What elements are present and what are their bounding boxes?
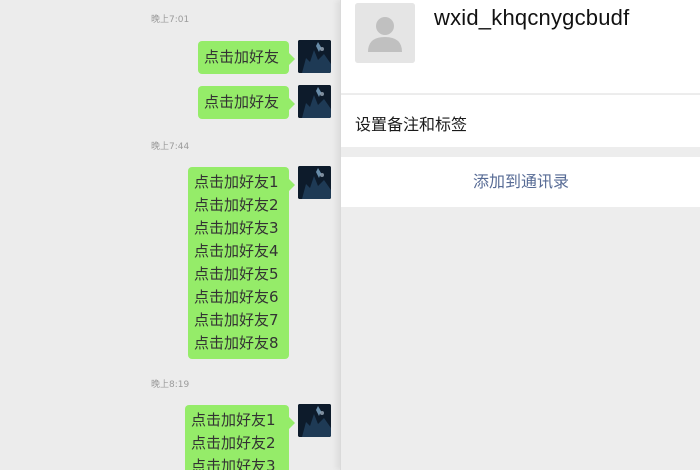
message-line: 点击加好友2 <box>194 196 279 214</box>
message-bubble[interactable]: 点击加好友1 点击加好友2 点击加好友3 <box>185 405 295 470</box>
message-bubble[interactable]: 点击加好友1 点击加好友2 点击加好友3 点击加好友4 点击加好友5 点击加好友… <box>188 167 295 359</box>
message-bubble[interactable]: 点击加好友 <box>198 41 295 74</box>
night-photo-avatar-icon <box>298 404 331 437</box>
profile-header: wxid_khqcnygcbudf <box>341 0 700 93</box>
message-line: 点击加好友7 <box>194 311 279 329</box>
message-line: 点击加好友8 <box>194 334 279 352</box>
add-to-contacts-button[interactable]: 添加到通讯录 <box>341 157 700 207</box>
message-timestamp: 晚上7:44 <box>151 142 190 152</box>
night-photo-avatar-icon <box>298 166 331 199</box>
sender-avatar[interactable] <box>298 166 331 199</box>
default-user-icon <box>355 3 415 63</box>
message-line: 点击加好友3 <box>191 457 276 470</box>
message-line: 点击加好友2 <box>191 434 276 452</box>
contact-info-panel: wxid_khqcnygcbudf 设置备注和标签 添加到通讯录 <box>340 0 700 470</box>
message-bubble[interactable]: 点击加好友 <box>198 86 295 119</box>
sender-avatar[interactable] <box>298 40 331 73</box>
message-line: 点击加好友3 <box>194 219 279 237</box>
set-remark-tags-label: 设置备注和标签 <box>355 115 468 134</box>
message-line: 点击加好友6 <box>194 288 279 306</box>
chat-history-panel: 晚上7:01 点击加好友 点击加好友 晚上7:44 点击加好友1 点击加好友2 … <box>0 0 340 470</box>
message-timestamp: 晚上7:01 <box>151 15 190 25</box>
night-photo-avatar-icon <box>298 40 331 73</box>
set-remark-tags-row[interactable]: 设置备注和标签 <box>341 94 700 147</box>
message-timestamp: 晚上8:19 <box>151 380 190 390</box>
message-line: 点击加好友4 <box>194 242 279 260</box>
sender-avatar[interactable] <box>298 85 331 118</box>
wechat-id: wxid_khqcnygcbudf <box>434 5 630 30</box>
sender-avatar[interactable] <box>298 404 331 437</box>
profile-avatar[interactable] <box>355 3 415 63</box>
message-text: 点击加好友 <box>204 93 280 111</box>
night-photo-avatar-icon <box>298 85 331 118</box>
message-text: 点击加好友 <box>204 48 280 66</box>
message-line: 点击加好友5 <box>194 265 279 283</box>
message-line: 点击加好友1 <box>191 411 276 429</box>
message-line: 点击加好友1 <box>194 173 279 191</box>
